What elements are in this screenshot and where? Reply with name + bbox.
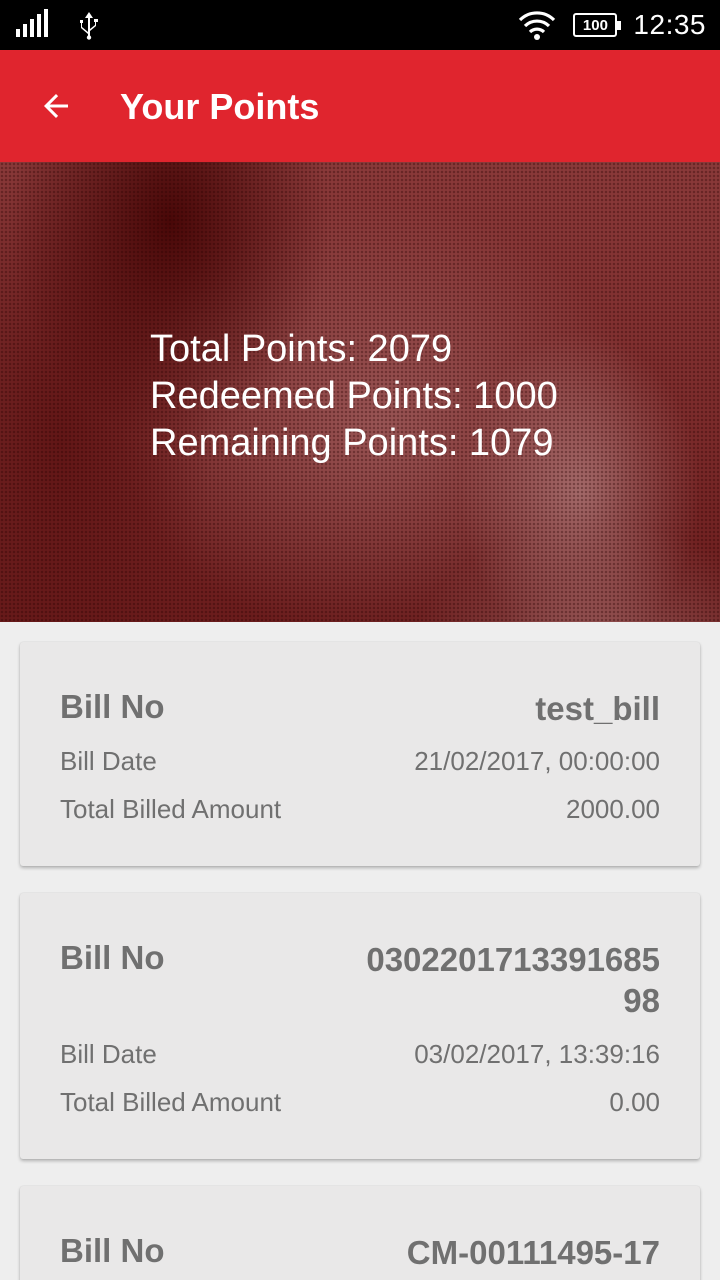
bill-amount-value: 0.00 bbox=[609, 1087, 660, 1117]
page-title: Your Points bbox=[120, 86, 320, 127]
bill-amount-row: Total Billed Amount 2000.00 bbox=[60, 794, 660, 825]
usb-icon bbox=[80, 12, 98, 40]
bill-no-label: Bill No bbox=[60, 688, 165, 725]
bill-no-row: Bill No test_bill bbox=[60, 688, 660, 729]
bill-no-label: Bill No bbox=[60, 1232, 165, 1269]
points-summary: Total Points: 2079 Redeemed Points: 1000… bbox=[150, 326, 558, 467]
bill-date-row: Bill Date 03/02/2017, 13:39:16 bbox=[60, 1039, 660, 1070]
status-bar: 100 12:35 bbox=[0, 0, 720, 50]
bill-amount-value: 2000.00 bbox=[566, 794, 660, 824]
bill-no-value: CM-00111495-17 bbox=[406, 1234, 660, 1271]
bill-date-value: 03/02/2017, 13:39:16 bbox=[414, 1039, 660, 1069]
back-button[interactable] bbox=[22, 72, 90, 140]
bill-no-value: 030220171339168598 bbox=[366, 941, 660, 1019]
bill-no-value: test_bill bbox=[535, 690, 660, 727]
bill-amount-label: Total Billed Amount bbox=[60, 1087, 282, 1117]
battery-icon: 100 bbox=[573, 13, 622, 37]
wifi-icon bbox=[519, 11, 556, 40]
bill-amount-row: Total Billed Amount 0.00 bbox=[60, 1087, 660, 1118]
points-hero-banner: Total Points: 2079 Redeemed Points: 1000… bbox=[0, 162, 720, 622]
app-bar: Your Points bbox=[0, 50, 720, 162]
bill-amount-label: Total Billed Amount bbox=[60, 794, 282, 824]
bill-date-row: Bill Date 21/02/2017, 00:00:00 bbox=[60, 746, 660, 777]
bill-no-row: Bill No 030220171339168598 bbox=[60, 939, 660, 1021]
battery-level: 100 bbox=[582, 16, 608, 34]
status-time: 12:35 bbox=[633, 9, 706, 40]
arrow-back-icon bbox=[44, 94, 68, 118]
bill-card[interactable]: Bill No test_bill Bill Date 21/02/2017, … bbox=[20, 642, 700, 866]
bill-card[interactable]: Bill No CM-00111495-17 bbox=[20, 1186, 700, 1280]
remaining-points: Remaining Points: 1079 bbox=[150, 422, 554, 464]
bill-date-label: Bill Date bbox=[60, 1039, 157, 1069]
bill-card[interactable]: Bill No 030220171339168598 Bill Date 03/… bbox=[20, 893, 700, 1159]
bill-date-value: 21/02/2017, 00:00:00 bbox=[414, 746, 660, 776]
bill-date-label: Bill Date bbox=[60, 746, 157, 776]
total-points: Total Points: 2079 bbox=[150, 328, 453, 370]
signal-icon bbox=[16, 9, 50, 39]
redeemed-points: Redeemed Points: 1000 bbox=[150, 375, 558, 417]
bill-no-label: Bill No bbox=[60, 939, 165, 976]
bill-no-row: Bill No CM-00111495-17 bbox=[60, 1232, 660, 1273]
